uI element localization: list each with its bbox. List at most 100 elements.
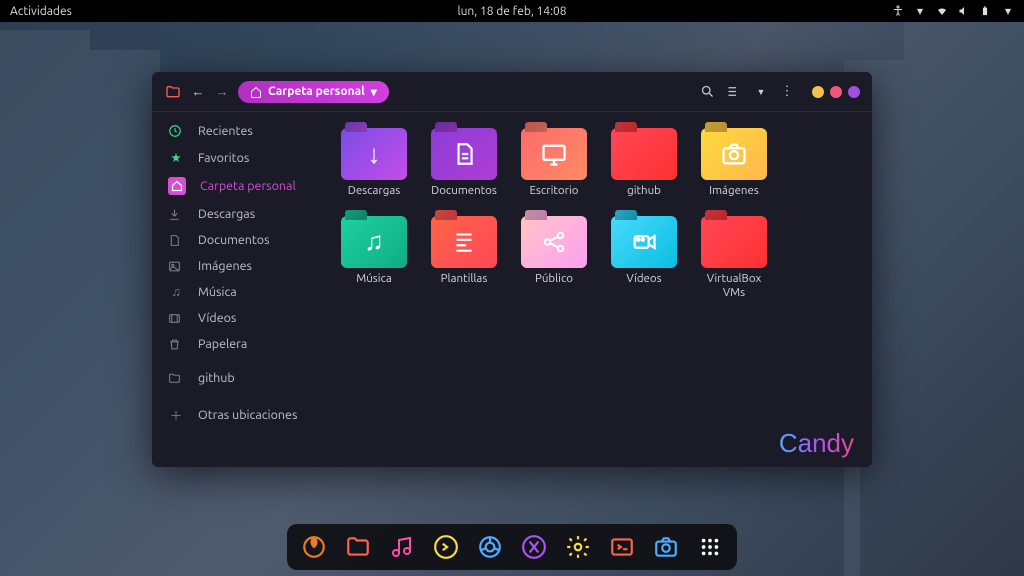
view-dropdown-button[interactable]: ▼ xyxy=(752,87,770,97)
folder-label: Plantillas xyxy=(441,272,488,286)
music-icon: ♫ xyxy=(168,285,184,299)
folder-documentos[interactable]: Documentos xyxy=(426,128,502,198)
music-icon: ♫ xyxy=(364,226,384,257)
dock-terminal[interactable] xyxy=(429,530,463,564)
file-manager-header: ← → Carpeta personal ▾ ▼ ⋮ xyxy=(152,72,872,112)
sidebar-item-music[interactable]: ♫ Música xyxy=(152,279,324,305)
battery-icon[interactable] xyxy=(980,5,992,17)
dock-vscode[interactable] xyxy=(517,530,551,564)
sidebar-item-favorites[interactable]: ★ Favoritos xyxy=(152,144,324,171)
desktop-icon xyxy=(540,140,568,168)
folder-descargas[interactable]: ↓ Descargas xyxy=(336,128,412,198)
folder-musica[interactable]: ♫ Música xyxy=(336,216,412,300)
power-menu-icon[interactable]: ▾ xyxy=(1002,4,1014,18)
dock xyxy=(287,524,737,570)
dock-apps-grid[interactable] xyxy=(693,530,727,564)
image-icon xyxy=(168,260,184,273)
folder-label: Música xyxy=(356,272,392,286)
folder-imagenes[interactable]: Imágenes xyxy=(696,128,772,198)
folder-videos[interactable]: Vídeos xyxy=(606,216,682,300)
sidebar-item-label: Documentos xyxy=(198,233,270,247)
sidebar-item-trash[interactable]: Papelera xyxy=(152,331,324,357)
home-icon xyxy=(168,177,186,195)
file-manager-window: ← → Carpeta personal ▾ ▼ ⋮ Recientes xyxy=(152,72,872,467)
clock-icon xyxy=(168,124,184,138)
sidebar-item-label: Música xyxy=(198,285,237,299)
folder-label: github xyxy=(627,184,661,198)
dock-settings[interactable] xyxy=(561,530,595,564)
trash-icon xyxy=(168,338,184,351)
folder-label: Público xyxy=(535,272,573,286)
view-mode-button[interactable] xyxy=(726,84,744,99)
search-button[interactable] xyxy=(700,84,718,99)
folder-icon xyxy=(164,83,182,101)
folder-virtualbox-vms[interactable]: VirtualBox VMs xyxy=(696,216,772,300)
dock-files[interactable] xyxy=(341,530,375,564)
share-icon xyxy=(541,229,567,255)
folder-publico[interactable]: Público xyxy=(516,216,592,300)
sidebar-item-label: github xyxy=(198,371,235,385)
download-icon xyxy=(168,208,184,221)
document-icon xyxy=(168,234,184,247)
dock-chrome[interactable] xyxy=(473,530,507,564)
wifi-icon[interactable] xyxy=(936,5,948,17)
sidebar-item-label: Descargas xyxy=(198,207,255,221)
nav-back-button[interactable]: ← xyxy=(190,84,206,99)
sidebar-item-other-locations[interactable]: ＋ Otras ubicaciones xyxy=(152,399,324,430)
dock-music[interactable] xyxy=(385,530,419,564)
dock-firefox[interactable] xyxy=(297,530,331,564)
dock-screenshot[interactable] xyxy=(649,530,683,564)
sidebar-item-images[interactable]: Imágenes xyxy=(152,253,324,279)
sidebar-item-label: Papelera xyxy=(198,337,247,351)
nav-forward-button[interactable]: → xyxy=(214,84,230,99)
minimize-button[interactable] xyxy=(812,86,824,98)
clock[interactable]: lun, 18 de feb, 14:08 xyxy=(457,5,566,18)
folder-plantillas[interactable]: Plantillas xyxy=(426,216,502,300)
sidebar: Recientes ★ Favoritos Carpeta personal D… xyxy=(152,112,324,467)
folder-label: VirtualBox VMs xyxy=(696,272,772,300)
sidebar-item-downloads[interactable]: Descargas xyxy=(152,201,324,227)
accessibility-icon[interactable] xyxy=(892,5,904,17)
template-icon xyxy=(451,229,477,255)
sidebar-item-recent[interactable]: Recientes xyxy=(152,118,324,144)
folder-label: Documentos xyxy=(431,184,497,198)
dock-terminal-alt[interactable] xyxy=(605,530,639,564)
file-grid: ↓ Descargas Documentos Escritorio github xyxy=(324,112,872,467)
sidebar-item-documents[interactable]: Documentos xyxy=(152,227,324,253)
download-icon: ↓ xyxy=(368,139,381,170)
sidebar-item-label: Carpeta personal xyxy=(200,179,296,193)
hamburger-menu-button[interactable]: ⋮ xyxy=(778,84,796,99)
activities-button[interactable]: Actividades xyxy=(10,5,72,18)
folder-github[interactable]: github xyxy=(606,128,682,198)
path-label: Carpeta personal xyxy=(268,85,365,98)
video-icon xyxy=(630,228,658,256)
maximize-button[interactable] xyxy=(830,86,842,98)
camera-icon xyxy=(720,140,748,168)
bluetooth-icon[interactable]: ▾ xyxy=(914,4,926,18)
sidebar-item-videos[interactable]: Vídeos xyxy=(152,305,324,331)
sidebar-item-label: Recientes xyxy=(198,124,253,138)
folder-label: Descargas xyxy=(348,184,401,198)
sidebar-item-label: Favoritos xyxy=(198,151,249,165)
chevron-down-icon: ▾ xyxy=(371,85,377,99)
document-icon xyxy=(451,141,477,167)
folder-escritorio[interactable]: Escritorio xyxy=(516,128,592,198)
folder-label: Imágenes xyxy=(709,184,759,198)
home-icon xyxy=(250,86,262,98)
sidebar-item-home[interactable]: Carpeta personal xyxy=(152,171,324,201)
star-icon: ★ xyxy=(168,150,184,165)
sidebar-item-github[interactable]: github xyxy=(152,365,324,391)
sidebar-item-label: Otras ubicaciones xyxy=(198,408,297,422)
brand-label: Candy xyxy=(779,428,854,459)
close-button[interactable] xyxy=(848,86,860,98)
video-icon xyxy=(168,312,184,325)
folder-label: Vídeos xyxy=(626,272,661,286)
window-controls xyxy=(812,86,860,98)
gnome-topbar: Actividades lun, 18 de feb, 14:08 ▾ ▾ xyxy=(0,0,1024,22)
plus-icon: ＋ xyxy=(168,405,184,424)
volume-icon[interactable] xyxy=(958,5,970,17)
path-bar[interactable]: Carpeta personal ▾ xyxy=(238,81,389,103)
sidebar-item-label: Imágenes xyxy=(198,259,252,273)
folder-label: Escritorio xyxy=(529,184,578,198)
sidebar-item-label: Vídeos xyxy=(198,311,236,325)
